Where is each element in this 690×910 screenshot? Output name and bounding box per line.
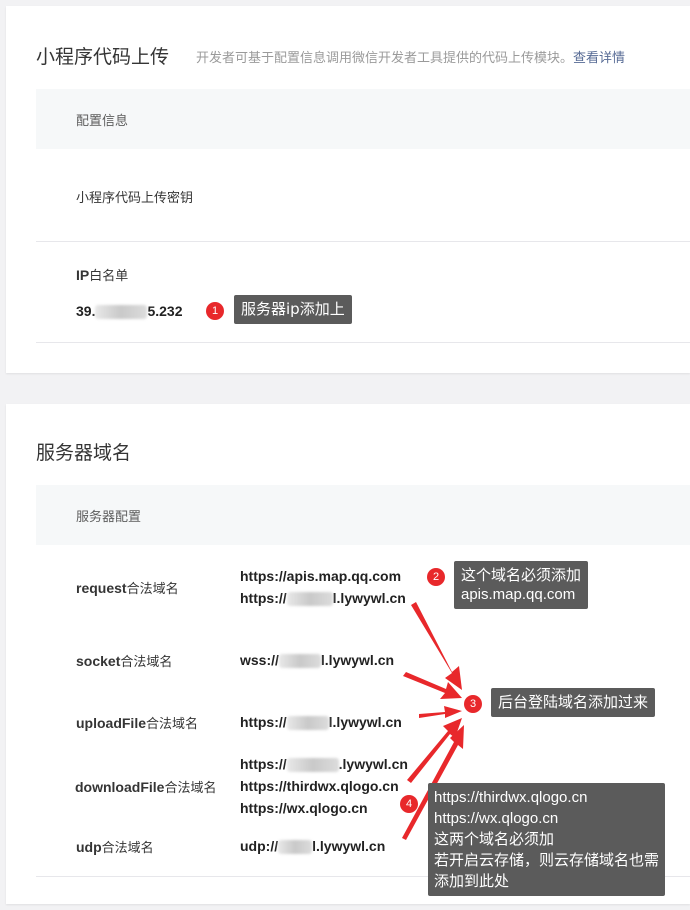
tip4-line4: 若开启云存储，则云存储域名也需 bbox=[434, 852, 660, 869]
tip4-line2: https://wx.qlogo.cn bbox=[434, 810, 559, 827]
tip2-line2: apis.map.qq.com bbox=[461, 586, 576, 603]
annotation-tip-4: https://thirdwx.qlogo.cn https://wx.qlog… bbox=[428, 783, 666, 896]
annotation-tip-1: 服务器ip添加上 bbox=[234, 295, 352, 324]
tip4-line5: 添加到此处 bbox=[434, 873, 510, 890]
tip4-line1: https://thirdwx.qlogo.cn bbox=[434, 789, 588, 806]
arrow-to-request bbox=[411, 602, 462, 690]
arrow-to-upload bbox=[419, 706, 462, 718]
annotation-tip-2: 这个域名必须添加 apis.map.qq.com bbox=[454, 561, 589, 609]
annotation-arrows bbox=[402, 602, 464, 840]
annotation-badge-3: 3 bbox=[464, 695, 482, 713]
annotation-badge-2: 2 bbox=[427, 568, 445, 586]
annotation-tip-3: 后台登陆域名添加过来 bbox=[491, 688, 656, 717]
annotation-badge-4: 4 bbox=[400, 795, 418, 813]
annotation-badge-1: 1 bbox=[206, 302, 224, 320]
tip4-line3: 这两个域名必须加 bbox=[434, 831, 555, 848]
tip2-line1: 这个域名必须添加 bbox=[461, 566, 582, 584]
